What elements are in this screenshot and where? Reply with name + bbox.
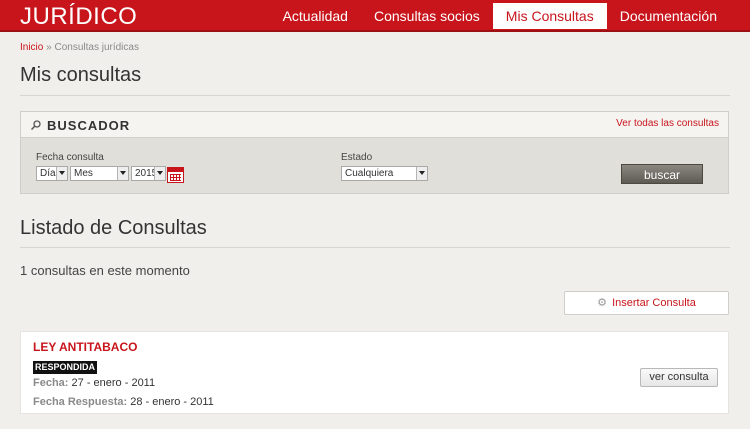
estado-select-value: Cualquiera <box>345 168 394 179</box>
nav-item-actualidad[interactable]: Actualidad <box>270 3 361 29</box>
divider <box>20 95 730 96</box>
app-logo[interactable]: JURÍDICO <box>20 3 137 31</box>
consulta-item: LEY ANTITABACO RESPONDIDA Fecha: 27 - en… <box>20 331 729 414</box>
day-select[interactable]: Día <box>36 166 68 181</box>
fecha-consulta-label: Fecha consulta <box>36 152 104 163</box>
listado-title: Listado de Consultas <box>20 217 207 239</box>
insertar-consulta-button[interactable]: ⚙ Insertar Consulta <box>564 291 729 315</box>
fecha-value: 27 - enero - 2011 <box>71 377 156 389</box>
breadcrumb-current: Consultas jurídicas <box>54 42 139 53</box>
estado-select[interactable]: Cualquiera <box>341 166 428 181</box>
nav-item-consultas-socios[interactable]: Consultas socios <box>361 3 493 29</box>
month-select[interactable]: Mes <box>70 166 129 181</box>
fecha-label: Fecha: <box>33 377 69 389</box>
fecha-respuesta-value: 28 - enero - 2011 <box>130 396 214 408</box>
nav-item-documentacion[interactable]: Documentación <box>607 3 730 29</box>
gear-icon: ⚙ <box>597 297 608 309</box>
search-panel: BUSCADOR Ver todas las consultas Fecha c… <box>20 111 729 194</box>
calendar-icon[interactable] <box>167 167 184 183</box>
search-panel-header: BUSCADOR Ver todas las consultas <box>21 112 728 138</box>
month-select-value: Mes <box>74 168 93 179</box>
estado-label: Estado <box>341 152 373 163</box>
day-select-value: Día <box>40 168 56 179</box>
chevron-down-icon <box>117 167 128 180</box>
main-nav: Actualidad Consultas socios Mis Consulta… <box>270 3 730 29</box>
chevron-down-icon <box>56 167 67 180</box>
ver-todas-link[interactable]: Ver todas las consultas <box>616 118 719 129</box>
divider <box>20 247 730 248</box>
chevron-down-icon <box>416 167 427 180</box>
year-select[interactable]: 2015 <box>131 166 166 181</box>
search-panel-title: BUSCADOR <box>47 118 131 133</box>
nav-item-mis-consultas[interactable]: Mis Consultas <box>492 3 607 29</box>
status-badge: RESPONDIDA <box>33 361 98 374</box>
breadcrumb-separator: » <box>46 42 52 53</box>
top-bar: JURÍDICO Actualidad Consultas socios Mis… <box>0 0 750 32</box>
magnifier-icon <box>31 120 41 130</box>
breadcrumb: Inicio » Consultas jurídicas <box>20 42 139 53</box>
consulta-title[interactable]: LEY ANTITABACO <box>33 340 137 354</box>
chevron-down-icon <box>154 167 165 180</box>
consulta-fecha: Fecha: 27 - enero - 2011 <box>33 377 155 389</box>
fecha-respuesta-label: Fecha Respuesta: <box>33 396 128 408</box>
page-title: Mis consultas <box>20 64 142 86</box>
consultas-count: 1 consultas en este momento <box>20 263 190 278</box>
breadcrumb-home-link[interactable]: Inicio <box>20 42 43 53</box>
insertar-consulta-label: Insertar Consulta <box>612 297 696 309</box>
ver-consulta-button[interactable]: ver consulta <box>640 368 718 387</box>
buscar-button[interactable]: buscar <box>621 164 703 184</box>
consulta-fecha-respuesta: Fecha Respuesta: 28 - enero - 2011 <box>33 396 214 408</box>
